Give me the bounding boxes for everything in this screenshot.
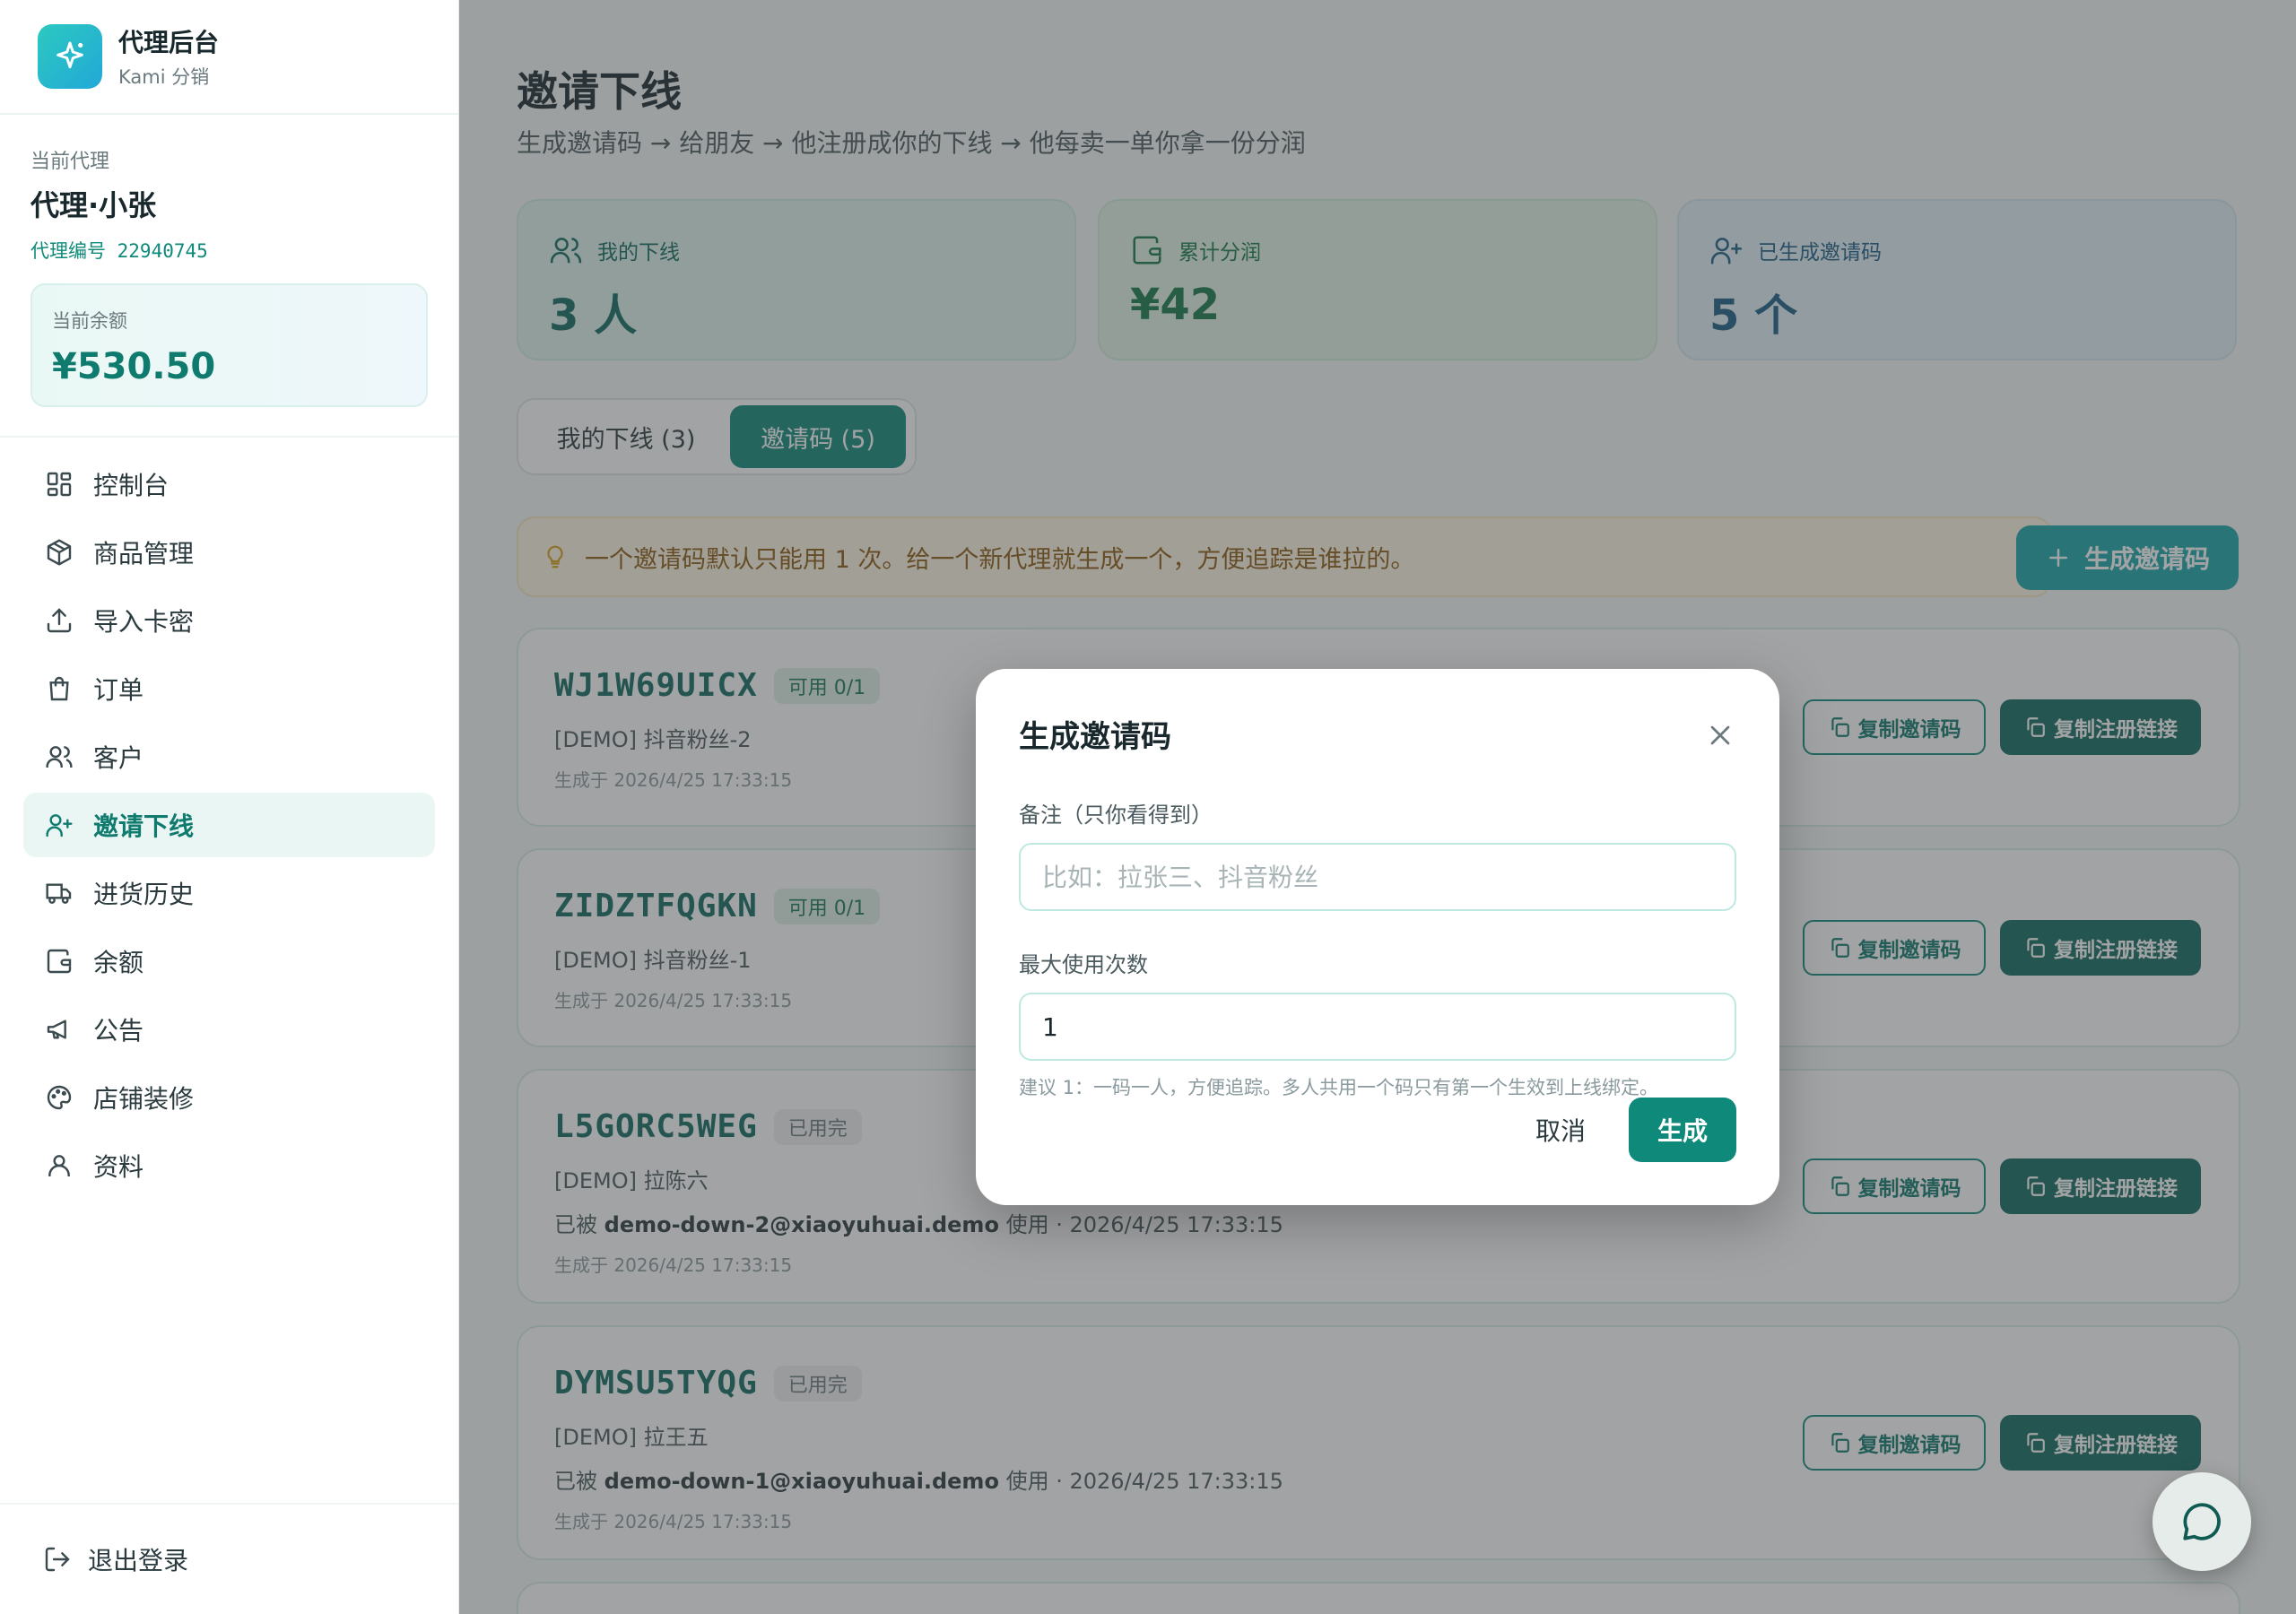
shopping-bag-icon [49,676,69,701]
submit-button[interactable]: 生成 [1629,1098,1736,1162]
sidebar-item-invite[interactable]: 邀请下线 [23,793,435,857]
sidebar-item-import[interactable]: 导入卡密 [23,588,435,653]
sidebar-item-purchase-history[interactable]: 进货历史 [23,861,435,925]
sidebar-item-label: 邀请下线 [93,811,195,841]
max-uses-label: 最大使用次数 [1019,952,1148,977]
megaphone-icon [47,1020,66,1039]
dialog-title: 生成邀请码 [1019,719,1171,755]
wallet-icon [47,949,72,974]
upload-icon [47,608,72,633]
sidebar-item-label: 公告 [93,1016,144,1046]
sidebar-item-store-design[interactable]: 店铺装修 [23,1065,435,1130]
close-icon[interactable] [1704,719,1736,751]
note-field [1019,843,1736,911]
sidebar-item-orders[interactable]: 订单 [23,656,435,721]
balance-value: ¥530.50 [52,346,216,387]
users-icon [46,746,73,768]
cancel-button[interactable]: 取消 [1510,1098,1611,1162]
chat-bubble-icon [2183,1503,2221,1540]
sidebar-item-balance[interactable]: 余额 [23,929,435,994]
sparkle-icon [38,24,102,89]
sidebar-item-customers[interactable]: 客户 [23,725,435,789]
brand: 代理后台 Kami 分销 [0,0,458,115]
sidebar-item-label: 客户 [93,743,144,773]
logout-icon [45,1547,70,1572]
sidebar-item-label: 导入卡密 [93,607,195,637]
brand-title: 代理后台 [118,28,220,57]
sidebar-item-label: 资料 [93,1152,144,1182]
sidebar-item-products[interactable]: 商品管理 [23,520,435,585]
sidebar-item-label: 余额 [93,948,144,977]
logout-button[interactable]: 退出登录 [0,1503,458,1614]
agent-info: 当前代理 代理·小张 代理编号 22940745 当前余额 ¥530.50 [0,115,458,407]
truck-icon [46,883,72,904]
sidebar-item-announcements[interactable]: 公告 [23,997,435,1062]
generate-code-dialog: 生成邀请码 备注（只你看得到） 最大使用次数 建议 1：一码一人，方便追踪。多人… [976,669,1779,1205]
max-uses-hint: 建议 1：一码一人，方便追踪。多人共用一个码只有第一个生效到上线绑定。 [1019,1077,1659,1098]
balance-card: 当前余额 ¥530.50 [30,283,428,407]
sidebar-item-label: 店铺装修 [93,1084,195,1114]
agent-name: 代理·小张 [30,188,157,222]
sidebar-item-dashboard[interactable]: 控制台 [23,452,435,516]
user-icon [48,1155,70,1176]
user-plus-icon [46,814,73,837]
agent-id: 代理编号 22940745 [30,240,208,262]
brand-subtitle: Kami 分销 [118,66,210,88]
dashboard-icon [47,472,72,497]
sidebar-item-profile[interactable]: 资料 [23,1133,435,1198]
palette-icon [47,1085,72,1110]
balance-label: 当前余额 [52,310,127,332]
package-icon [47,539,72,566]
max-uses-input[interactable] [1042,1011,1735,1042]
sidebar-item-label: 控制台 [93,471,170,500]
sidebar-nav: 控制台 商品管理 导入卡密 订单 客户 邀请下线 进货历史 余额 公告 店铺装修… [0,438,458,1198]
note-input[interactable] [1042,862,1735,892]
max-uses-field [1019,993,1736,1061]
sidebar: 代理后台 Kami 分销 当前代理 代理·小张 代理编号 22940745 当前… [0,0,459,1614]
agent-label: 当前代理 [30,151,110,173]
note-label: 备注（只你看得到） [1019,803,1213,828]
sidebar-item-label: 订单 [93,675,144,705]
chat-button[interactable] [2152,1472,2251,1571]
sidebar-item-label: 进货历史 [93,880,195,909]
logout-label: 退出登录 [88,1546,189,1575]
sidebar-item-label: 商品管理 [93,539,195,568]
